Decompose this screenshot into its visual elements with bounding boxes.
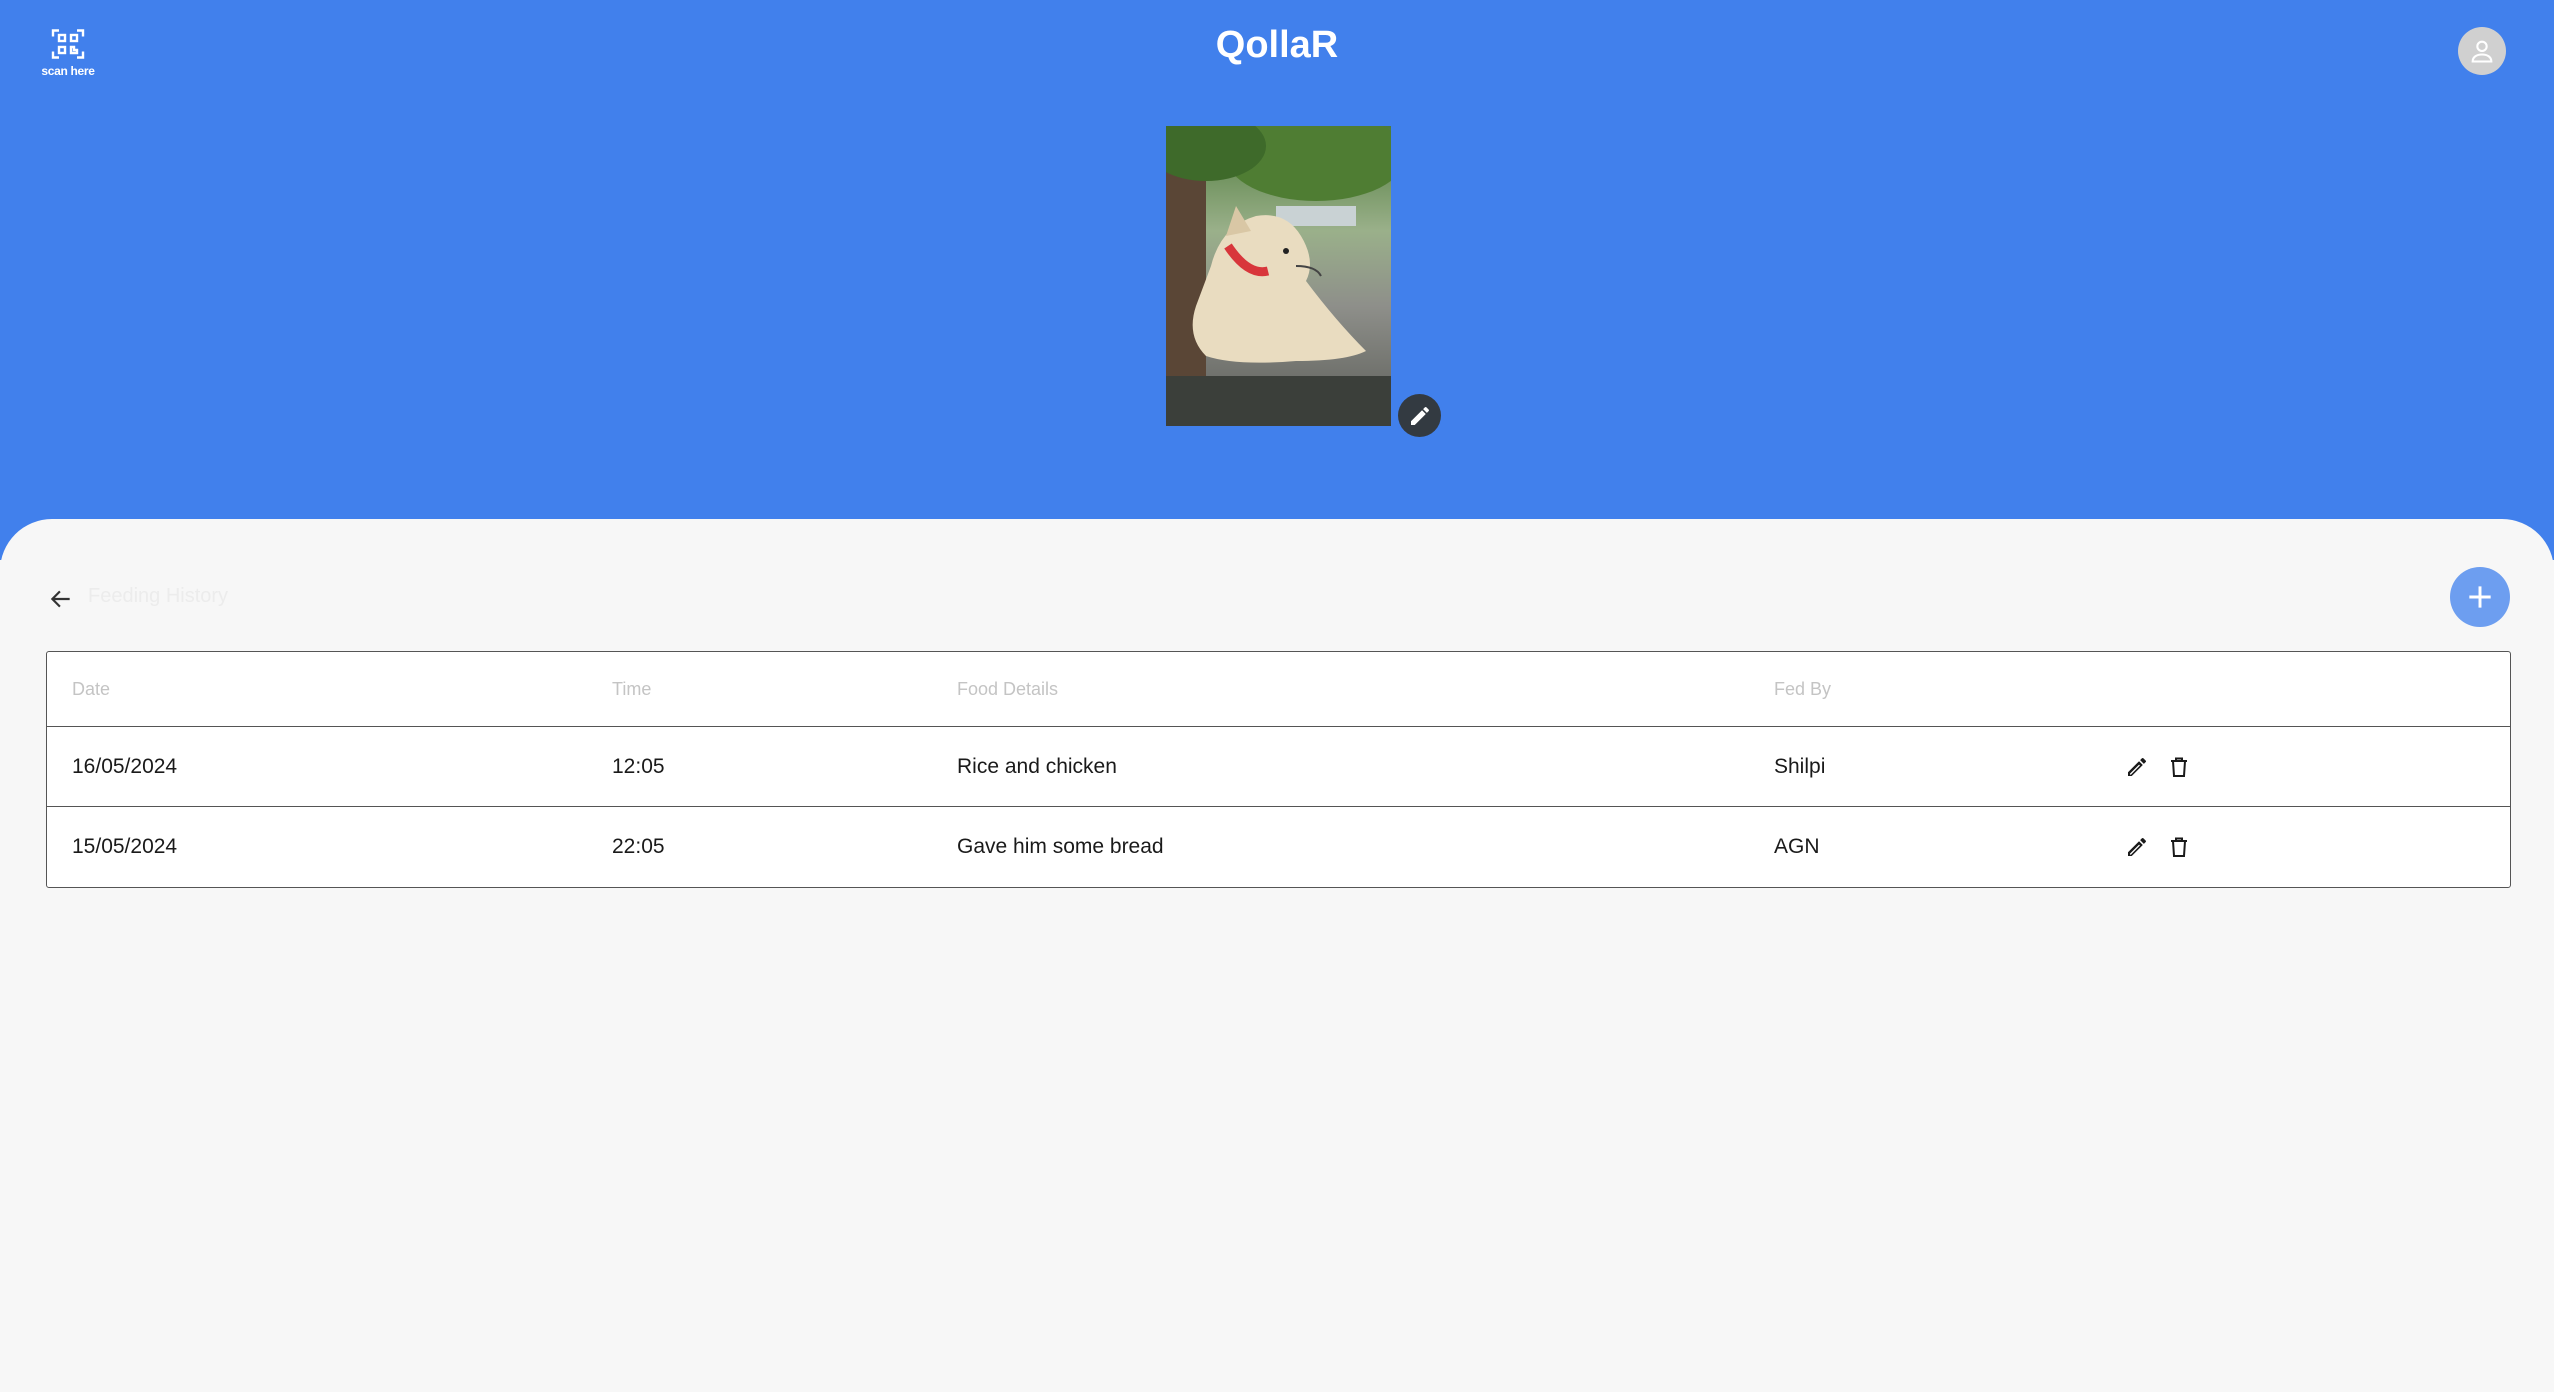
section-title: Feeding History [88, 585, 229, 607]
row-actions [2123, 727, 2193, 806]
pencil-icon [1410, 406, 1429, 425]
cell-time: 22:05 [612, 835, 665, 858]
header-food: Food Details [957, 678, 1059, 699]
plus-icon [2469, 586, 2491, 608]
cell-time: 12:05 [612, 754, 665, 778]
pencil-icon [2128, 837, 2146, 856]
header-date: Date [72, 678, 111, 699]
table-row: 15/05/2024 22:05 Gave him some bread AGN [47, 807, 2510, 887]
table-row: 16/05/2024 12:05 Rice and chicken Shilpi [47, 727, 2510, 807]
content-sheet [0, 519, 2554, 1392]
delete-row-button[interactable] [2165, 833, 2193, 861]
add-feeding-button[interactable] [2450, 567, 2510, 627]
cell-date: 16/05/2024 [72, 754, 178, 778]
cell-food: Gave him some bread [957, 835, 1164, 858]
dog-image [1166, 126, 1391, 426]
edit-row-button[interactable] [2123, 833, 2151, 861]
back-button[interactable] [44, 582, 78, 616]
profile-button[interactable] [2458, 27, 2506, 75]
cell-fed-by: Shilpi [1774, 754, 1826, 778]
pet-photo [1166, 126, 1391, 426]
pencil-icon [2128, 757, 2146, 776]
header-fed-by: Fed By [1774, 678, 1832, 699]
header-time: Time [612, 678, 652, 699]
edit-photo-button[interactable] [1398, 394, 1441, 437]
delete-row-button[interactable] [2165, 753, 2193, 781]
app-title: QollaR [1215, 24, 1339, 66]
trash-icon [2171, 757, 2187, 777]
arrow-left-icon [50, 590, 70, 608]
cell-date: 15/05/2024 [72, 835, 178, 858]
row-actions [2123, 807, 2193, 887]
cell-fed-by: AGN [1774, 835, 1820, 858]
user-icon [2471, 40, 2493, 63]
edit-row-button[interactable] [2123, 753, 2151, 781]
cell-food: Rice and chicken [957, 754, 1117, 778]
table-header-row: Date Time Food Details Fed By [47, 652, 2510, 727]
trash-icon [2171, 837, 2187, 857]
feeding-table: Date Time Food Details Fed By 16/05/2024… [46, 651, 2511, 888]
